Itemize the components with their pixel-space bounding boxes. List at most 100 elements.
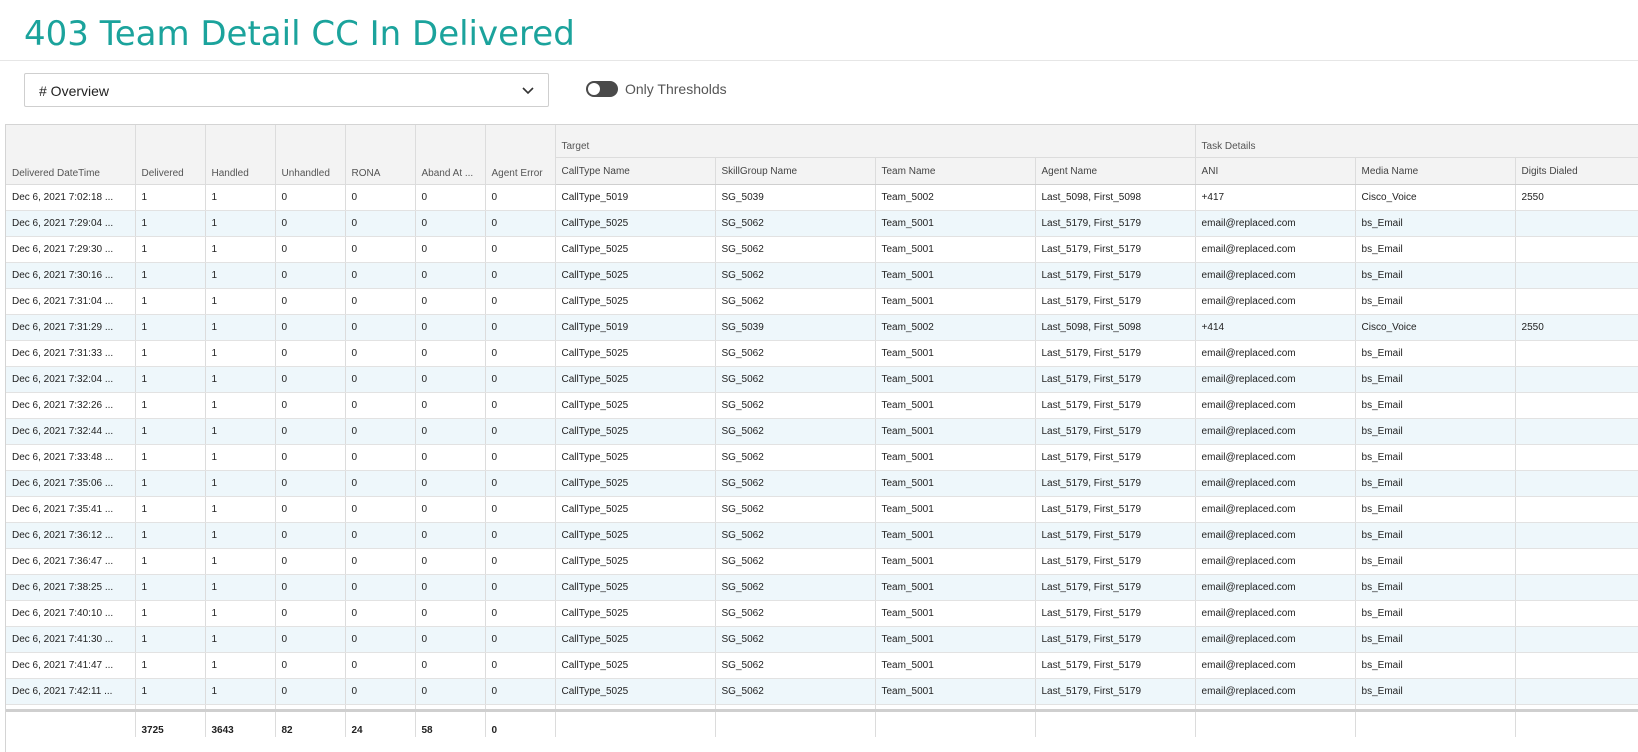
table-cell: 1 [135,210,206,237]
toggle-switch[interactable] [586,81,618,97]
column-header[interactable]: CallType Name [555,157,716,185]
table-cell: 1 [205,418,276,445]
table-cell: Dec 6, 2021 7:29:30 ... [6,236,136,263]
table-cell: Team_5001 [875,574,1036,601]
table-cell: email@replaced.com [1195,600,1356,627]
table-row[interactable]: Dec 6, 2021 7:30:16 ... 1 1 0 0 0 0 CallType_50… [6,262,1638,289]
table-row[interactable]: Dec 6, 2021 7:41:47 ... 1 1 0 0 0 0 CallType_50… [6,652,1638,679]
table-cell: Last_5098, First_5098 [1035,314,1196,341]
column-header[interactable]: Delivered [135,125,206,185]
table-cell: 0 [345,522,416,549]
table-row[interactable]: Dec 6, 2021 7:31:04 ... 1 1 0 0 0 0 CallType_50… [6,288,1638,315]
table-cell: email@replaced.com [1195,340,1356,367]
table-cell: Team_5001 [875,366,1036,393]
table-row[interactable]: Dec 6, 2021 7:35:06 ... 1 1 0 0 0 0 CallType_50… [6,470,1638,497]
column-header[interactable]: Unhandled [275,125,346,185]
table-cell [1515,392,1638,419]
table-cell: email@replaced.com [1195,210,1356,237]
total-cell: 0 [485,709,556,737]
table-cell [1515,210,1638,237]
column-header[interactable]: Delivered DateTime [6,125,136,185]
table-cell: SG_5062 [715,288,876,315]
table-cell: SG_5062 [715,262,876,289]
table-cell: Team_5001 [875,444,1036,471]
table-cell: +417 [1195,184,1356,211]
only-thresholds-toggle[interactable]: Only Thresholds [586,81,727,97]
table-cell: CallType_5025 [555,262,716,289]
table-cell: Dec 6, 2021 7:40:10 ... [6,600,136,627]
table-cell: Dec 6, 2021 7:31:04 ... [6,288,136,315]
chevron-down-icon [522,87,534,95]
table-row[interactable]: Dec 6, 2021 7:36:12 ... 1 1 0 0 0 0 CallType_50… [6,522,1638,549]
table-cell: 0 [345,236,416,263]
data-grid[interactable]: Delivered DateTime Delivered Handled Unh… [5,124,1638,752]
table-cell: 0 [485,210,556,237]
table-cell: 0 [345,262,416,289]
view-select[interactable]: # Overview [24,73,549,107]
table-row[interactable]: Dec 6, 2021 7:29:30 ... 1 1 0 0 0 0 CallType_50… [6,236,1638,263]
table-cell: 0 [345,184,416,211]
table-cell: 0 [485,288,556,315]
table-cell [1515,366,1638,393]
column-header[interactable]: SkillGroup Name [715,157,876,185]
table-cell: bs_Email [1355,678,1516,705]
table-row[interactable]: Dec 6, 2021 7:32:26 ... 1 1 0 0 0 0 CallType_50… [6,392,1638,419]
table-cell [1515,600,1638,627]
table-cell: 0 [275,288,346,315]
table-cell: 2550 [1515,184,1638,211]
table-cell: 1 [205,522,276,549]
column-header[interactable]: Agent Name [1035,157,1196,185]
table-row[interactable]: Dec 6, 2021 7:33:48 ... 1 1 0 0 0 0 CallType_50… [6,444,1638,471]
column-header[interactable]: ANI [1195,157,1356,185]
table-row[interactable]: Dec 6, 2021 7:31:33 ... 1 1 0 0 0 0 CallType_50… [6,340,1638,367]
table-row[interactable]: Dec 6, 2021 7:31:29 ... 1 1 0 0 0 0 CallType_50… [6,314,1638,341]
table-cell: SG_5062 [715,470,876,497]
table-row[interactable]: Dec 6, 2021 7:42:11 ... 1 1 0 0 0 0 CallType_50… [6,678,1638,705]
table-cell: 0 [415,626,486,653]
table-cell: 0 [345,288,416,315]
table-cell: 0 [415,262,486,289]
table-cell: 0 [275,600,346,627]
total-cell [875,709,1036,737]
table-cell: email@replaced.com [1195,574,1356,601]
table-cell: email@replaced.com [1195,652,1356,679]
table-cell: SG_5039 [715,314,876,341]
table-cell: Team_5001 [875,236,1036,263]
table-cell: 1 [205,236,276,263]
table-cell: CallType_5025 [555,366,716,393]
column-header[interactable]: Digits Dialed [1515,157,1638,185]
column-header[interactable]: Agent Error [485,125,556,185]
table-cell: Dec 6, 2021 7:36:12 ... [6,522,136,549]
table-row[interactable]: Dec 6, 2021 7:40:10 ... 1 1 0 0 0 0 CallType_50… [6,600,1638,627]
column-header[interactable]: Handled [205,125,276,185]
column-header[interactable]: RONA [345,125,416,185]
table-cell: 0 [485,626,556,653]
column-header[interactable]: Media Name [1355,157,1516,185]
table-cell: +414 [1195,314,1356,341]
column-header[interactable]: Aband At ... [415,125,486,185]
table-cell: 0 [275,418,346,445]
table-cell: CallType_5025 [555,392,716,419]
table-cell: CallType_5025 [555,236,716,263]
table-row[interactable]: Dec 6, 2021 7:29:04 ... 1 1 0 0 0 0 CallType_50… [6,210,1638,237]
table-row[interactable]: Dec 6, 2021 7:32:04 ... 1 1 0 0 0 0 CallType_50… [6,366,1638,393]
table-cell: CallType_5025 [555,626,716,653]
table-cell: Cisco_Voice [1355,314,1516,341]
table-cell: email@replaced.com [1195,626,1356,653]
table-cell: 1 [205,184,276,211]
table-row[interactable]: Dec 6, 2021 7:38:25 ... 1 1 0 0 0 0 CallType_50… [6,574,1638,601]
table-cell: Team_5001 [875,626,1036,653]
table-row[interactable]: Dec 6, 2021 7:02:18 ... 1 1 0 0 0 0 CallType_50… [6,184,1638,211]
table-row[interactable]: Dec 6, 2021 7:35:41 ... 1 1 0 0 0 0 CallType_50… [6,496,1638,523]
table-cell: Team_5002 [875,184,1036,211]
table-cell: 0 [345,496,416,523]
table-cell: 0 [415,366,486,393]
table-row[interactable]: Dec 6, 2021 7:32:44 ... 1 1 0 0 0 0 CallType_50… [6,418,1638,445]
table-cell [1515,626,1638,653]
column-header[interactable]: Team Name [875,157,1036,185]
table-cell: CallType_5025 [555,600,716,627]
table-cell: Dec 6, 2021 7:29:04 ... [6,210,136,237]
table-cell: 1 [135,574,206,601]
table-row[interactable]: Dec 6, 2021 7:36:47 ... 1 1 0 0 0 0 CallType_50… [6,548,1638,575]
table-row[interactable]: Dec 6, 2021 7:41:30 ... 1 1 0 0 0 0 CallType_50… [6,626,1638,653]
